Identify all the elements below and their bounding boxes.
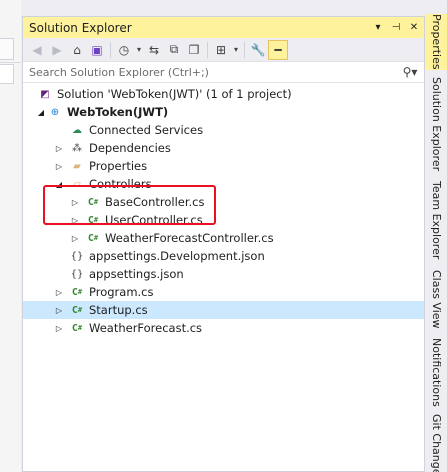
expand-icon[interactable]: ▷	[53, 304, 65, 316]
json-file-icon: {}	[70, 268, 84, 280]
tree-item-label: WeatherForecast.cs	[89, 321, 203, 335]
tree-item-startup[interactable]: ▷ C # Startup.cs	[23, 301, 424, 319]
expand-icon[interactable]: ▷	[69, 214, 81, 226]
csharp-file-icon: C #	[71, 322, 83, 334]
tab-label: Solution Explorer	[430, 76, 443, 172]
tree-item-appsettings-development[interactable]: {} appsettings.Development.json	[23, 247, 424, 265]
tree-item-label: Controllers	[89, 177, 152, 191]
home-icon[interactable]: ⌂	[67, 40, 87, 60]
preview-icon[interactable]: ⊞	[211, 40, 231, 60]
search-input[interactable]	[23, 65, 396, 79]
side-tab-strip: Properties Solution Explorer Team Explor…	[426, 0, 447, 472]
forward-icon[interactable]: ▶	[47, 40, 67, 60]
search-bar: ⚲▾	[23, 62, 424, 83]
tree-item-label: Dependencies	[89, 141, 171, 155]
tree-item-base-controller[interactable]: ▷ C # BaseController.cs	[23, 193, 424, 211]
dependencies-icon: ⁂	[72, 142, 82, 154]
tree-item-label: Solution 'WebToken(JWT)' (1 of 1 project…	[57, 87, 292, 101]
tree-item-connected-services[interactable]: ☁ Connected Services	[23, 121, 424, 139]
expand-icon[interactable]: ▷	[53, 160, 65, 172]
toolbar-separator	[207, 41, 208, 58]
tab-label: Team Explorer	[430, 180, 443, 260]
csharp-file-icon: C #	[71, 286, 83, 298]
solution-explorer-panel: Solution Explorer ▾ ⊣ ✕ ◀ ▶ ⌂ ▣ ◷ ▾ ⇆ ⧉ …	[22, 16, 425, 472]
tree-item-weather-controller[interactable]: ▷ C # WeatherForecastController.cs	[23, 229, 424, 247]
expand-icon[interactable]: ▷	[69, 232, 81, 244]
show-all-files-icon[interactable]: ❐	[184, 40, 204, 60]
collapse-all-icon[interactable]: ⧉	[164, 40, 184, 60]
panel-toolbar: ◀ ▶ ⌂ ▣ ◷ ▾ ⇆ ⧉ ❐ ⊞ ▾ 🔧 ━	[23, 38, 424, 62]
pin-icon[interactable]: ━	[268, 39, 288, 60]
csharp-file-icon: C #	[87, 196, 99, 208]
collapse-icon[interactable]: ◢	[53, 178, 65, 190]
history-icon[interactable]: ◷	[114, 40, 134, 60]
tree-item-label: UserController.cs	[105, 213, 203, 227]
tab-class-view[interactable]: Class View	[426, 268, 447, 330]
tab-label: Properties	[430, 14, 443, 70]
tab-label: Git Changes	[430, 414, 443, 472]
toolbar-separator	[110, 41, 111, 58]
switch-views-icon[interactable]: ▣	[87, 40, 107, 60]
solution-icon: ◩	[40, 88, 50, 100]
toolbar-separator	[244, 41, 245, 58]
solution-tree: ◩ Solution 'WebToken(JWT)' (1 of 1 proje…	[23, 83, 424, 337]
tree-item-project[interactable]: ◢ ⊕ WebToken(JWT)	[23, 103, 424, 121]
sync-icon[interactable]: ⇆	[144, 40, 164, 60]
top-gap	[22, 0, 425, 16]
tree-item-label: WeatherForecastController.cs	[105, 231, 274, 245]
csharp-file-icon: C #	[71, 304, 83, 316]
tree-item-label: WebToken(JWT)	[67, 105, 169, 119]
tree-item-dependencies[interactable]: ▷ ⁂ Dependencies	[23, 139, 424, 157]
panel-titlebar[interactable]: Solution Explorer ▾ ⊣ ✕	[23, 17, 424, 38]
tab-label: Notifications	[430, 337, 443, 407]
tree-item-label: BaseController.cs	[105, 195, 205, 209]
json-file-icon: {}	[70, 250, 84, 262]
tree-item-label: Connected Services	[89, 123, 204, 137]
expand-icon[interactable]: ▷	[69, 196, 81, 208]
tree-item-appsettings[interactable]: {} appsettings.json	[23, 265, 424, 283]
tree-item-label: appsettings.Development.json	[89, 249, 265, 263]
chevron-down-icon[interactable]: ▾	[231, 40, 241, 60]
editor-tab-edge[interactable]	[0, 38, 14, 60]
chevron-down-icon[interactable]: ▾	[134, 40, 144, 60]
web-project-icon: ⊕	[50, 106, 60, 118]
tab-properties[interactable]: Properties	[426, 14, 447, 70]
tab-solution-explorer[interactable]: Solution Explorer	[426, 76, 447, 172]
expand-icon[interactable]: ▷	[53, 322, 65, 334]
window-position-button[interactable]: ▾	[370, 20, 386, 36]
folder-open-icon: ▱	[73, 178, 81, 190]
tree-item-controllers[interactable]: ◢ ▱ Controllers	[23, 175, 424, 193]
tree-item-solution[interactable]: ◩ Solution 'WebToken(JWT)' (1 of 1 proje…	[23, 85, 424, 103]
tree-item-label: Startup.cs	[89, 303, 148, 317]
auto-hide-button[interactable]: ⊣	[388, 20, 404, 36]
expand-icon[interactable]: ▷	[53, 142, 65, 154]
tab-label: Class View	[430, 269, 443, 329]
tree-item-properties[interactable]: ▷ ▰ Properties	[23, 157, 424, 175]
tree-item-weather-forecast[interactable]: ▷ C # WeatherForecast.cs	[23, 319, 424, 337]
properties-folder-icon: ▰	[73, 160, 81, 172]
tree-item-program[interactable]: ▷ C # Program.cs	[23, 283, 424, 301]
csharp-file-icon: C #	[87, 214, 99, 226]
tab-team-explorer[interactable]: Team Explorer	[426, 178, 447, 262]
panel-title: Solution Explorer	[29, 20, 132, 35]
editor-dropdown-edge[interactable]	[0, 64, 14, 84]
search-icon[interactable]: ⚲▾	[396, 65, 424, 79]
expand-icon[interactable]: ▷	[53, 286, 65, 298]
tree-item-label: appsettings.json	[89, 267, 184, 281]
editor-edge	[0, 0, 21, 472]
back-icon[interactable]: ◀	[27, 40, 47, 60]
tree-item-label: Program.cs	[89, 285, 154, 299]
tree-item-label: Properties	[89, 159, 148, 173]
divider	[0, 62, 21, 63]
connected-services-icon: ☁	[72, 124, 82, 136]
tab-git-changes[interactable]: Git Changes	[426, 414, 447, 472]
tab-notifications[interactable]: Notifications	[426, 336, 447, 408]
tree-item-user-controller[interactable]: ▷ C # UserController.cs	[23, 211, 424, 229]
close-button[interactable]: ✕	[406, 20, 422, 36]
csharp-file-icon: C #	[87, 232, 99, 244]
collapse-icon[interactable]: ◢	[35, 106, 47, 118]
properties-icon[interactable]: 🔧	[248, 40, 268, 60]
